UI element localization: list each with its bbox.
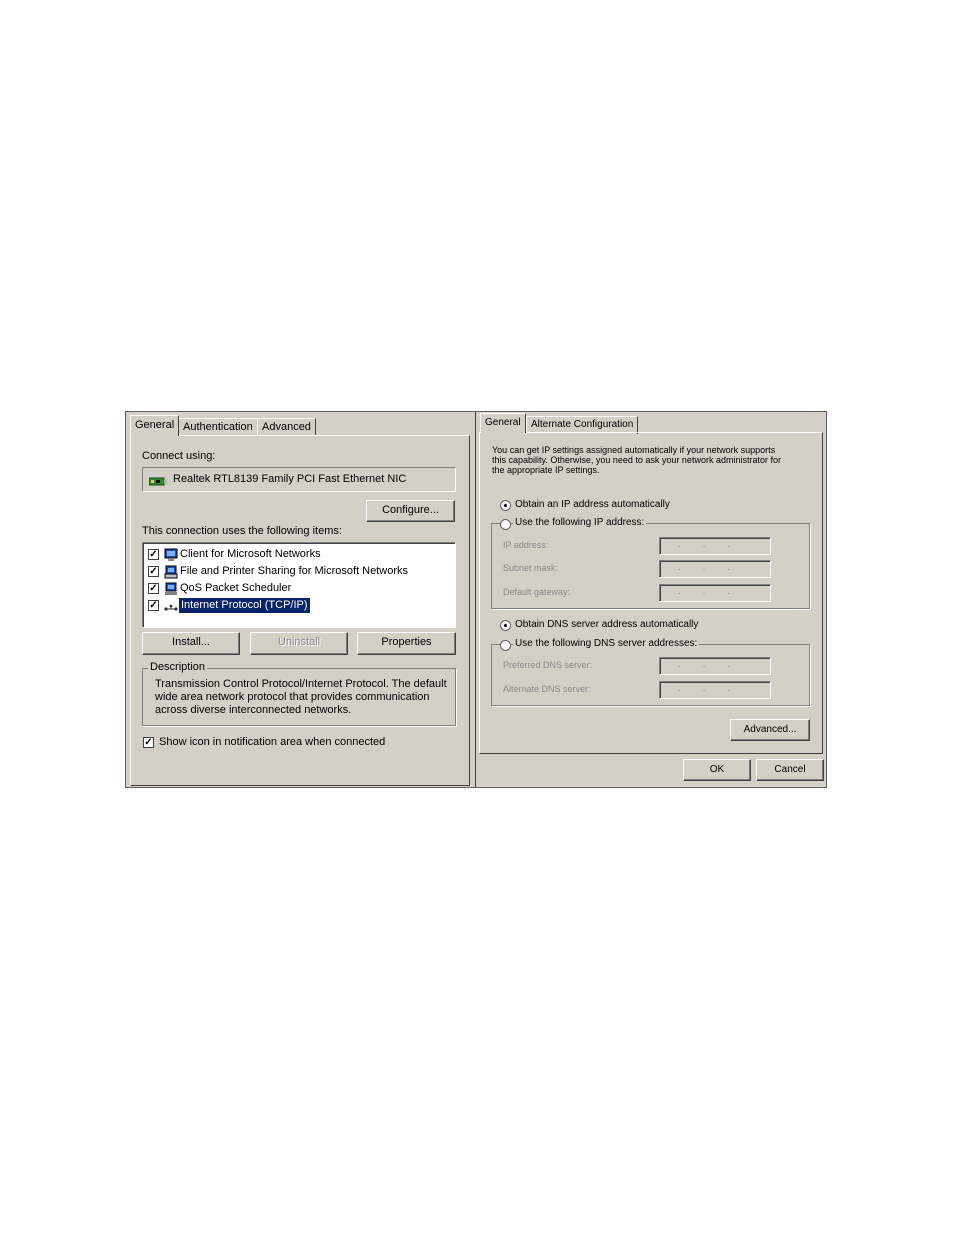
subnet-mask-field: ... xyxy=(659,560,771,578)
protocol-icon xyxy=(164,601,178,619)
show-icon-checkbox[interactable]: ✓ xyxy=(143,737,154,748)
obtain-ip-auto-radio[interactable] xyxy=(500,500,511,511)
connect-using-label: Connect using: xyxy=(142,450,216,462)
use-following-dns-label: Use the following DNS server addresses: xyxy=(513,638,700,649)
item-checkbox[interactable]: ✓ xyxy=(148,549,159,560)
alternate-dns-field: ... xyxy=(659,681,771,699)
description-legend: Description xyxy=(148,661,208,673)
tab-general-right[interactable]: General xyxy=(480,413,526,433)
use-following-dns-radio[interactable] xyxy=(500,640,511,651)
ip-address-field: ... xyxy=(659,537,771,555)
tcpip-properties-dialog: General Alternate Configuration You can … xyxy=(475,412,826,787)
components-list[interactable]: ✓ Client for Microsoft Networks ✓ File a… xyxy=(142,542,456,628)
use-following-ip-radio[interactable] xyxy=(500,519,511,530)
tab-general-left[interactable]: General xyxy=(130,415,180,436)
intro-line-3: the appropriate IP settings. xyxy=(492,465,600,475)
properties-button[interactable]: Properties xyxy=(357,632,456,655)
default-gateway-field: ... xyxy=(659,584,771,602)
ok-button[interactable]: OK xyxy=(683,759,751,781)
preferred-dns-field: ... xyxy=(659,657,771,675)
uninstall-button: Uninstall xyxy=(250,632,348,655)
use-following-ip-label: Use the following IP address: xyxy=(513,517,647,528)
obtain-dns-auto-label: Obtain DNS server address automatically xyxy=(515,619,699,630)
list-item[interactable]: ✓ QoS Packet Scheduler xyxy=(147,581,447,597)
item-label-selected: Internet Protocol (TCP/IP) xyxy=(178,597,311,614)
network-properties-figure: General Authentication Advanced Connect … xyxy=(125,411,827,788)
cancel-button[interactable]: Cancel xyxy=(756,759,824,781)
item-label: Client for Microsoft Networks xyxy=(180,548,321,560)
preferred-dns-label: Preferred DNS server: xyxy=(503,660,593,670)
advanced-button[interactable]: Advanced... xyxy=(730,719,810,741)
obtain-ip-auto-label: Obtain an IP address automatically xyxy=(515,499,670,510)
tab-advanced-left[interactable]: Advanced xyxy=(257,418,316,436)
item-checkbox[interactable]: ✓ xyxy=(148,600,159,611)
item-checkbox[interactable]: ✓ xyxy=(148,566,159,577)
alternate-dns-label: Alternate DNS server: xyxy=(503,684,591,694)
list-item[interactable]: ✓ File and Printer Sharing for Microsoft… xyxy=(147,564,447,580)
install-button[interactable]: Install... xyxy=(142,632,240,655)
local-area-connection-dialog: General Authentication Advanced Connect … xyxy=(126,412,471,787)
intro-text: You can get IP settings assigned automat… xyxy=(492,445,781,475)
description-text-line-3: across diverse interconnected networks. xyxy=(155,704,352,716)
ip-address-label: IP address: xyxy=(503,540,549,550)
items-label: This connection uses the following items… xyxy=(142,525,342,537)
item-checkbox[interactable]: ✓ xyxy=(148,583,159,594)
list-item[interactable]: ✓ Internet Protocol (TCP/IP) xyxy=(147,597,447,614)
subnet-mask-label: Subnet mask: xyxy=(503,563,559,573)
description-text-line-2: wide area network protocol that provides… xyxy=(155,691,430,703)
intro-line-2: this capability. Otherwise, you need to … xyxy=(492,455,781,465)
adapter-field: Realtek RTL8139 Family PCI Fast Ethernet… xyxy=(142,467,456,492)
adapter-name: Realtek RTL8139 Family PCI Fast Ethernet… xyxy=(173,473,407,485)
configure-button[interactable]: Configure... xyxy=(366,500,455,522)
show-icon-label: Show icon in notification area when conn… xyxy=(159,736,386,748)
obtain-dns-auto-radio[interactable] xyxy=(500,620,511,631)
list-item[interactable]: ✓ Client for Microsoft Networks xyxy=(147,547,447,563)
tab-authentication[interactable]: Authentication xyxy=(178,418,258,436)
default-gateway-label: Default gateway: xyxy=(503,587,571,597)
item-label: File and Printer Sharing for Microsoft N… xyxy=(180,565,409,577)
description-text-line-1: Transmission Control Protocol/Internet P… xyxy=(155,678,447,690)
intro-line-1: You can get IP settings assigned automat… xyxy=(492,445,776,455)
item-label: QoS Packet Scheduler xyxy=(180,582,292,594)
network-card-icon xyxy=(148,474,167,492)
